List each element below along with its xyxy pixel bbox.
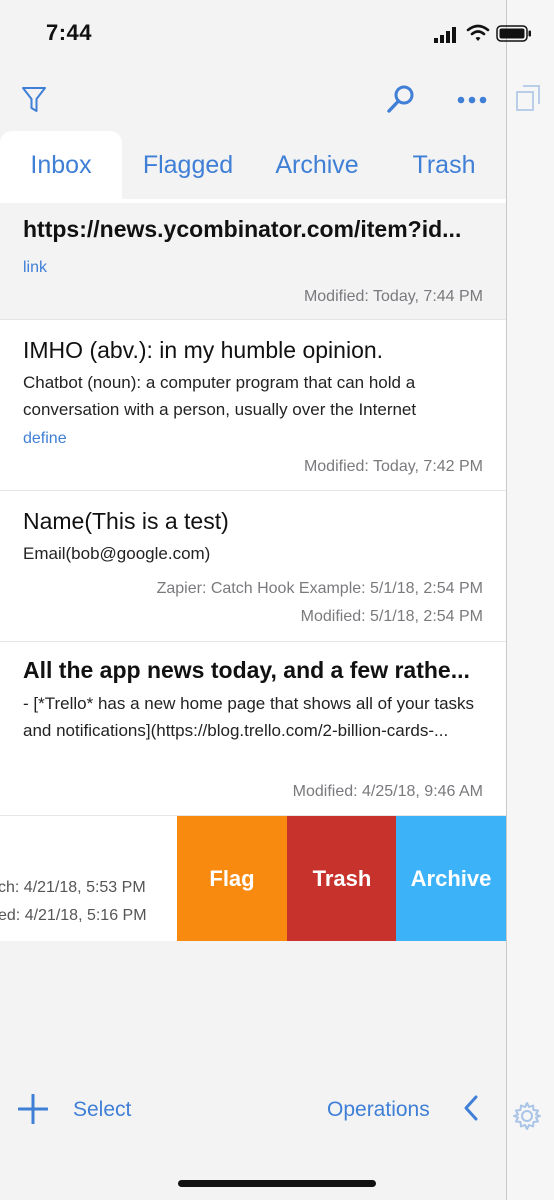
add-icon[interactable] xyxy=(18,1094,48,1124)
note-title: https://news.ycombinator.com/item?id... xyxy=(23,216,462,242)
status-time: 7:44 xyxy=(46,20,93,45)
archive-action-button[interactable]: Archive xyxy=(396,816,506,941)
battery-icon xyxy=(496,25,531,42)
operations-button[interactable]: Operations xyxy=(327,1098,430,1122)
chevron-left-icon[interactable] xyxy=(462,1094,480,1122)
expand-icon[interactable] xyxy=(515,84,541,112)
filter-icon[interactable] xyxy=(20,84,48,114)
main-panel: 7:44 Inbox Flagged Archive Trash https:/… xyxy=(0,0,506,1200)
list-item[interactable]: https://news.ycombinator.com/item?id... … xyxy=(0,203,506,320)
trash-action-button[interactable]: Trash xyxy=(287,816,397,941)
note-title: Name(This is a test) xyxy=(23,508,229,534)
note-modified: ed: 4/21/18, 5:16 PM xyxy=(0,907,147,924)
swiped-list-item[interactable]: ch: 4/21/18, 5:53 PM ed: 4/21/18, 5:16 P… xyxy=(0,816,506,941)
home-indicator xyxy=(178,1180,376,1187)
note-body: Chatbot (noun): a computer program that … xyxy=(23,373,417,419)
note-tag: define xyxy=(23,430,67,447)
list-item[interactable]: Name(This is a test) Email(bob@google.co… xyxy=(0,491,506,642)
note-modified: Modified: Today, 7:42 PM xyxy=(303,458,483,475)
tab-trash[interactable]: Trash xyxy=(384,131,504,199)
note-source: ch: 4/21/18, 5:53 PM xyxy=(0,879,146,896)
tab-flagged[interactable]: Flagged xyxy=(128,131,248,199)
tab-inbox[interactable]: Inbox xyxy=(0,131,122,199)
note-body: Email(bob@google.com) xyxy=(23,544,211,563)
wifi-icon xyxy=(466,24,490,41)
tab-archive[interactable]: Archive xyxy=(256,131,378,199)
note-tag: link xyxy=(23,259,48,276)
list-item[interactable]: IMHO (abv.): in my humble opinion. Chatb… xyxy=(0,320,506,491)
list-item[interactable]: All the app news today, and a few rathe.… xyxy=(0,642,506,816)
tab-bar: Inbox Flagged Archive Trash xyxy=(0,131,506,199)
note-title: IMHO (abv.): in my humble opinion. xyxy=(23,337,384,363)
flag-action-button[interactable]: Flag xyxy=(177,816,287,941)
search-icon[interactable] xyxy=(386,84,416,114)
note-title: All the app news today, and a few rathe.… xyxy=(23,657,470,683)
note-modified: Modified: 4/25/18, 9:46 AM xyxy=(292,783,483,800)
note-modified: Modified: 5/1/18, 2:54 PM xyxy=(300,608,483,625)
side-panel-strip xyxy=(506,0,554,1200)
note-body: - [*Trello* has a new home page that sho… xyxy=(23,694,475,740)
bottom-toolbar: Select Operations xyxy=(0,1080,506,1140)
note-modified: Modified: Today, 7:44 PM xyxy=(303,288,483,305)
settings-gear-icon[interactable] xyxy=(511,1100,543,1132)
signal-icon xyxy=(434,27,456,43)
select-button[interactable]: Select xyxy=(73,1098,131,1122)
more-icon[interactable] xyxy=(456,92,488,108)
note-source: Zapier: Catch Hook Example: 5/1/18, 2:54… xyxy=(156,580,483,597)
